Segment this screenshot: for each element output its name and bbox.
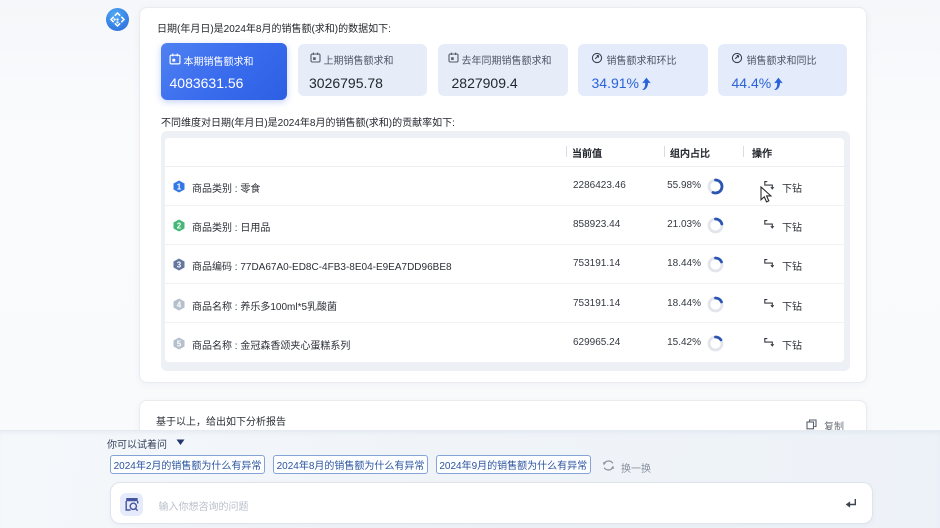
svg-text:4: 4	[177, 300, 182, 309]
svg-text:3: 3	[177, 261, 182, 270]
svg-text:1: 1	[177, 182, 182, 191]
svg-text:2: 2	[177, 221, 182, 230]
svg-text:5: 5	[177, 339, 182, 348]
